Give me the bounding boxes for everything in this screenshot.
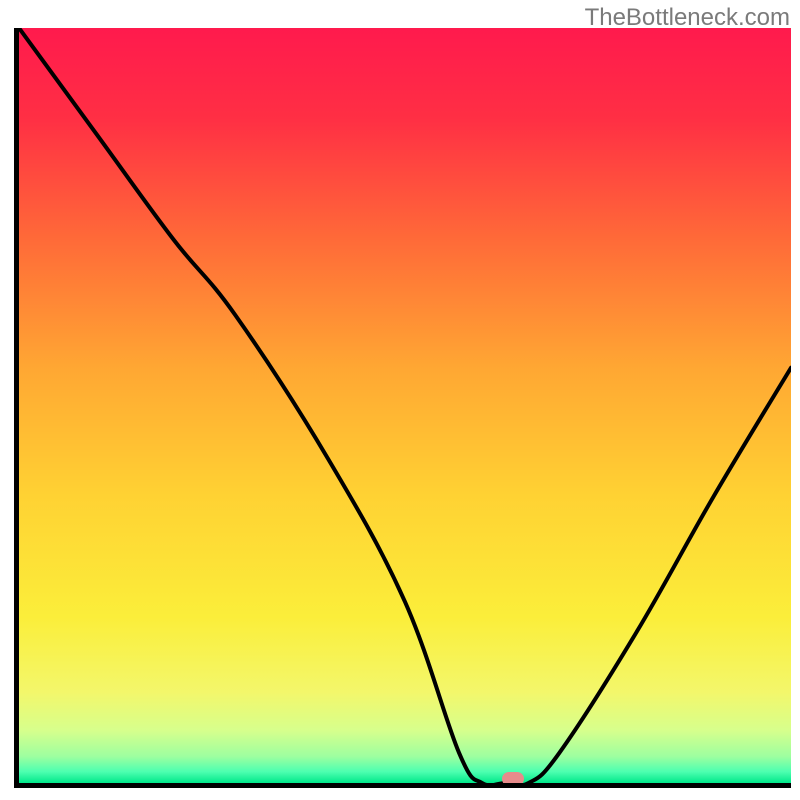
bottleneck-curve: [19, 28, 791, 783]
watermark-text: TheBottleneck.com: [585, 4, 790, 32]
chart-container: TheBottleneck.com: [0, 0, 800, 800]
optimal-marker: [502, 772, 524, 786]
plot-area: [14, 28, 791, 788]
